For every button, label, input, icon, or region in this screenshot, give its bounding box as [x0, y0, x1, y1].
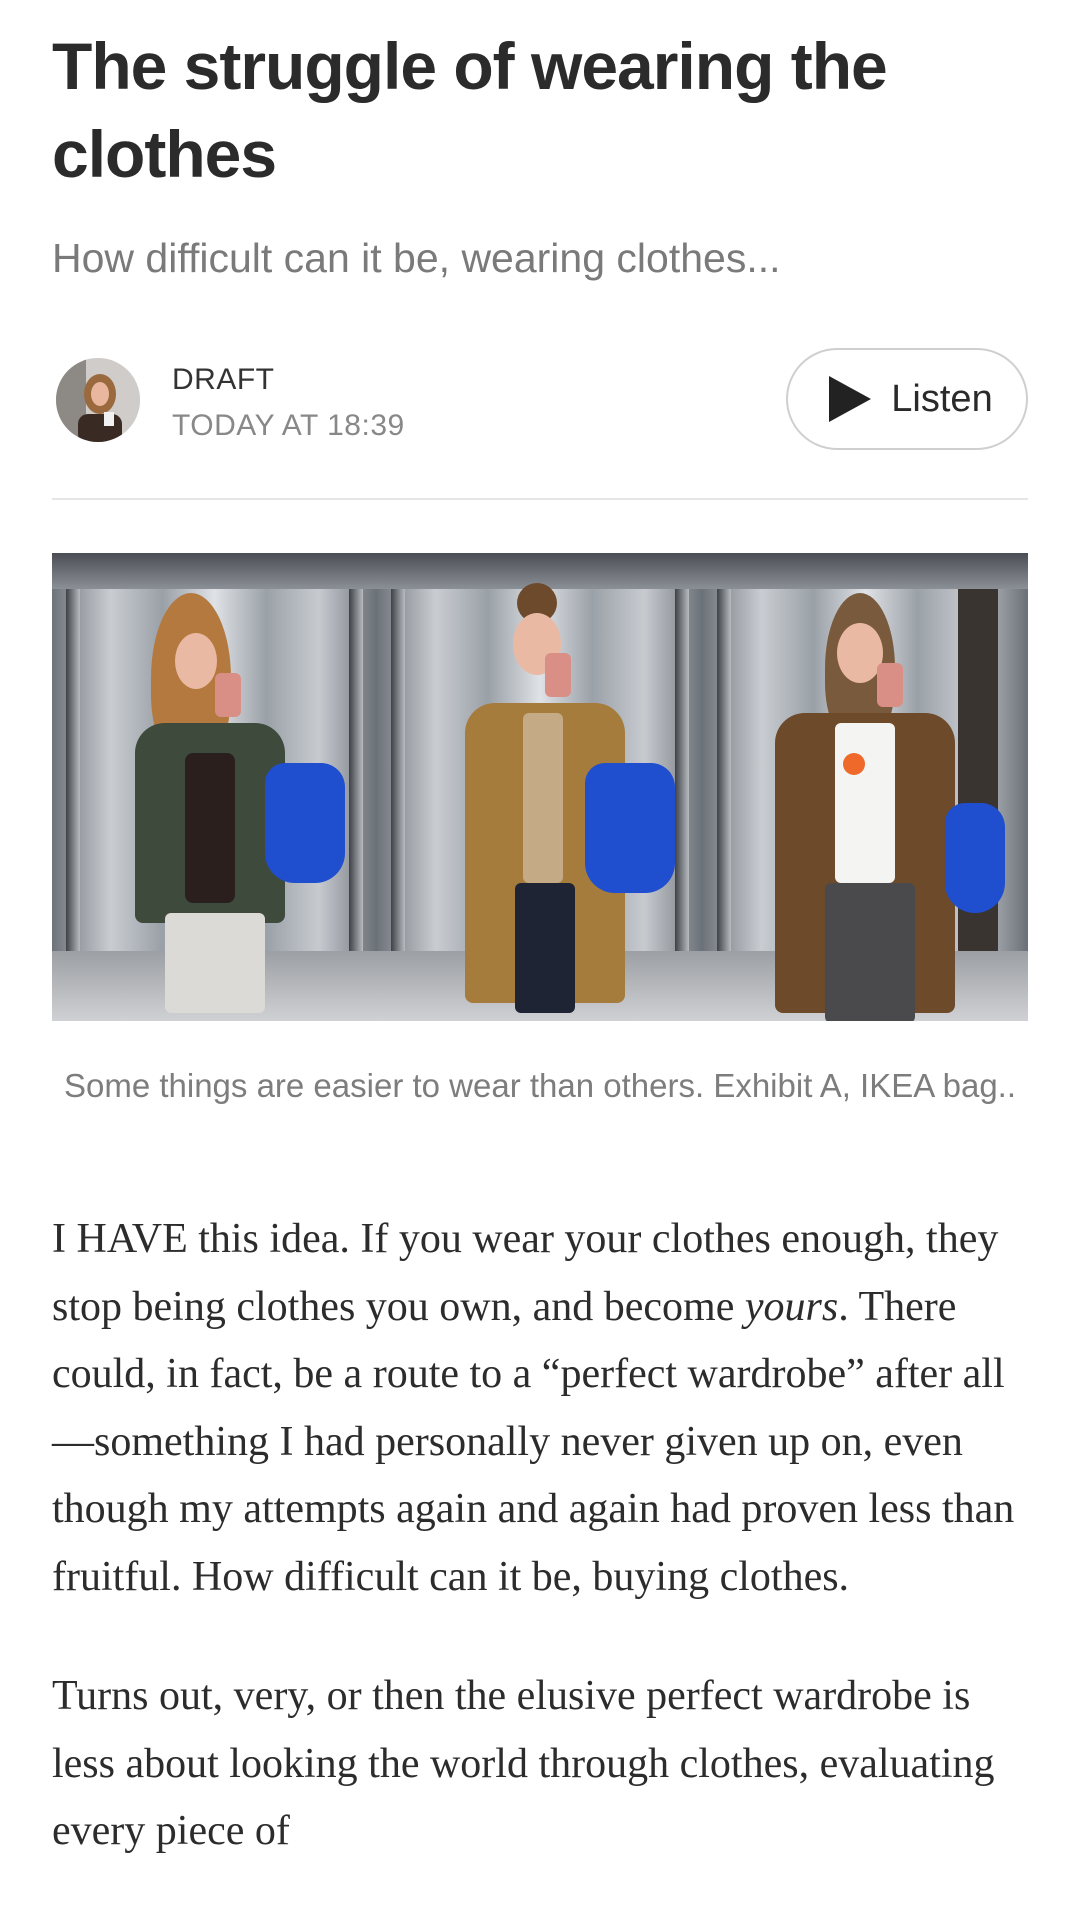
post-status: DRAFT [172, 363, 275, 396]
byline-meta: DRAFT TODAY AT 18:39 [172, 358, 405, 450]
paragraph: Turns out, very, or then the elusive per… [52, 1673, 995, 1854]
header-divider [52, 498, 1028, 500]
article-subtitle: How difficult can it be, wearing clothes… [52, 235, 781, 281]
listen-button[interactable]: Listen [786, 348, 1028, 450]
elevator-photo-2 [377, 553, 703, 1021]
image-caption: Some things are easier to wear than othe… [63, 1067, 1017, 1104]
paragraph: I HAVE this idea. If you wear your cloth… [52, 1216, 1015, 1600]
author-avatar[interactable] [56, 358, 140, 442]
article-title: The struggle of wearing the clothes [52, 29, 888, 191]
article-body: I HAVE this idea. If you wear your cloth… [52, 1206, 1028, 1918]
post-date: TODAY AT 18:39 [172, 409, 405, 442]
emphasis: yours [744, 1283, 839, 1330]
elevator-photo-1 [52, 553, 378, 1021]
elevator-photo-3 [702, 553, 1028, 1021]
article-image[interactable] [52, 553, 1028, 1021]
byline: DRAFT TODAY AT 18:39 Listen [52, 348, 1028, 458]
play-icon [829, 376, 872, 422]
listen-button-label: Listen [891, 377, 993, 420]
